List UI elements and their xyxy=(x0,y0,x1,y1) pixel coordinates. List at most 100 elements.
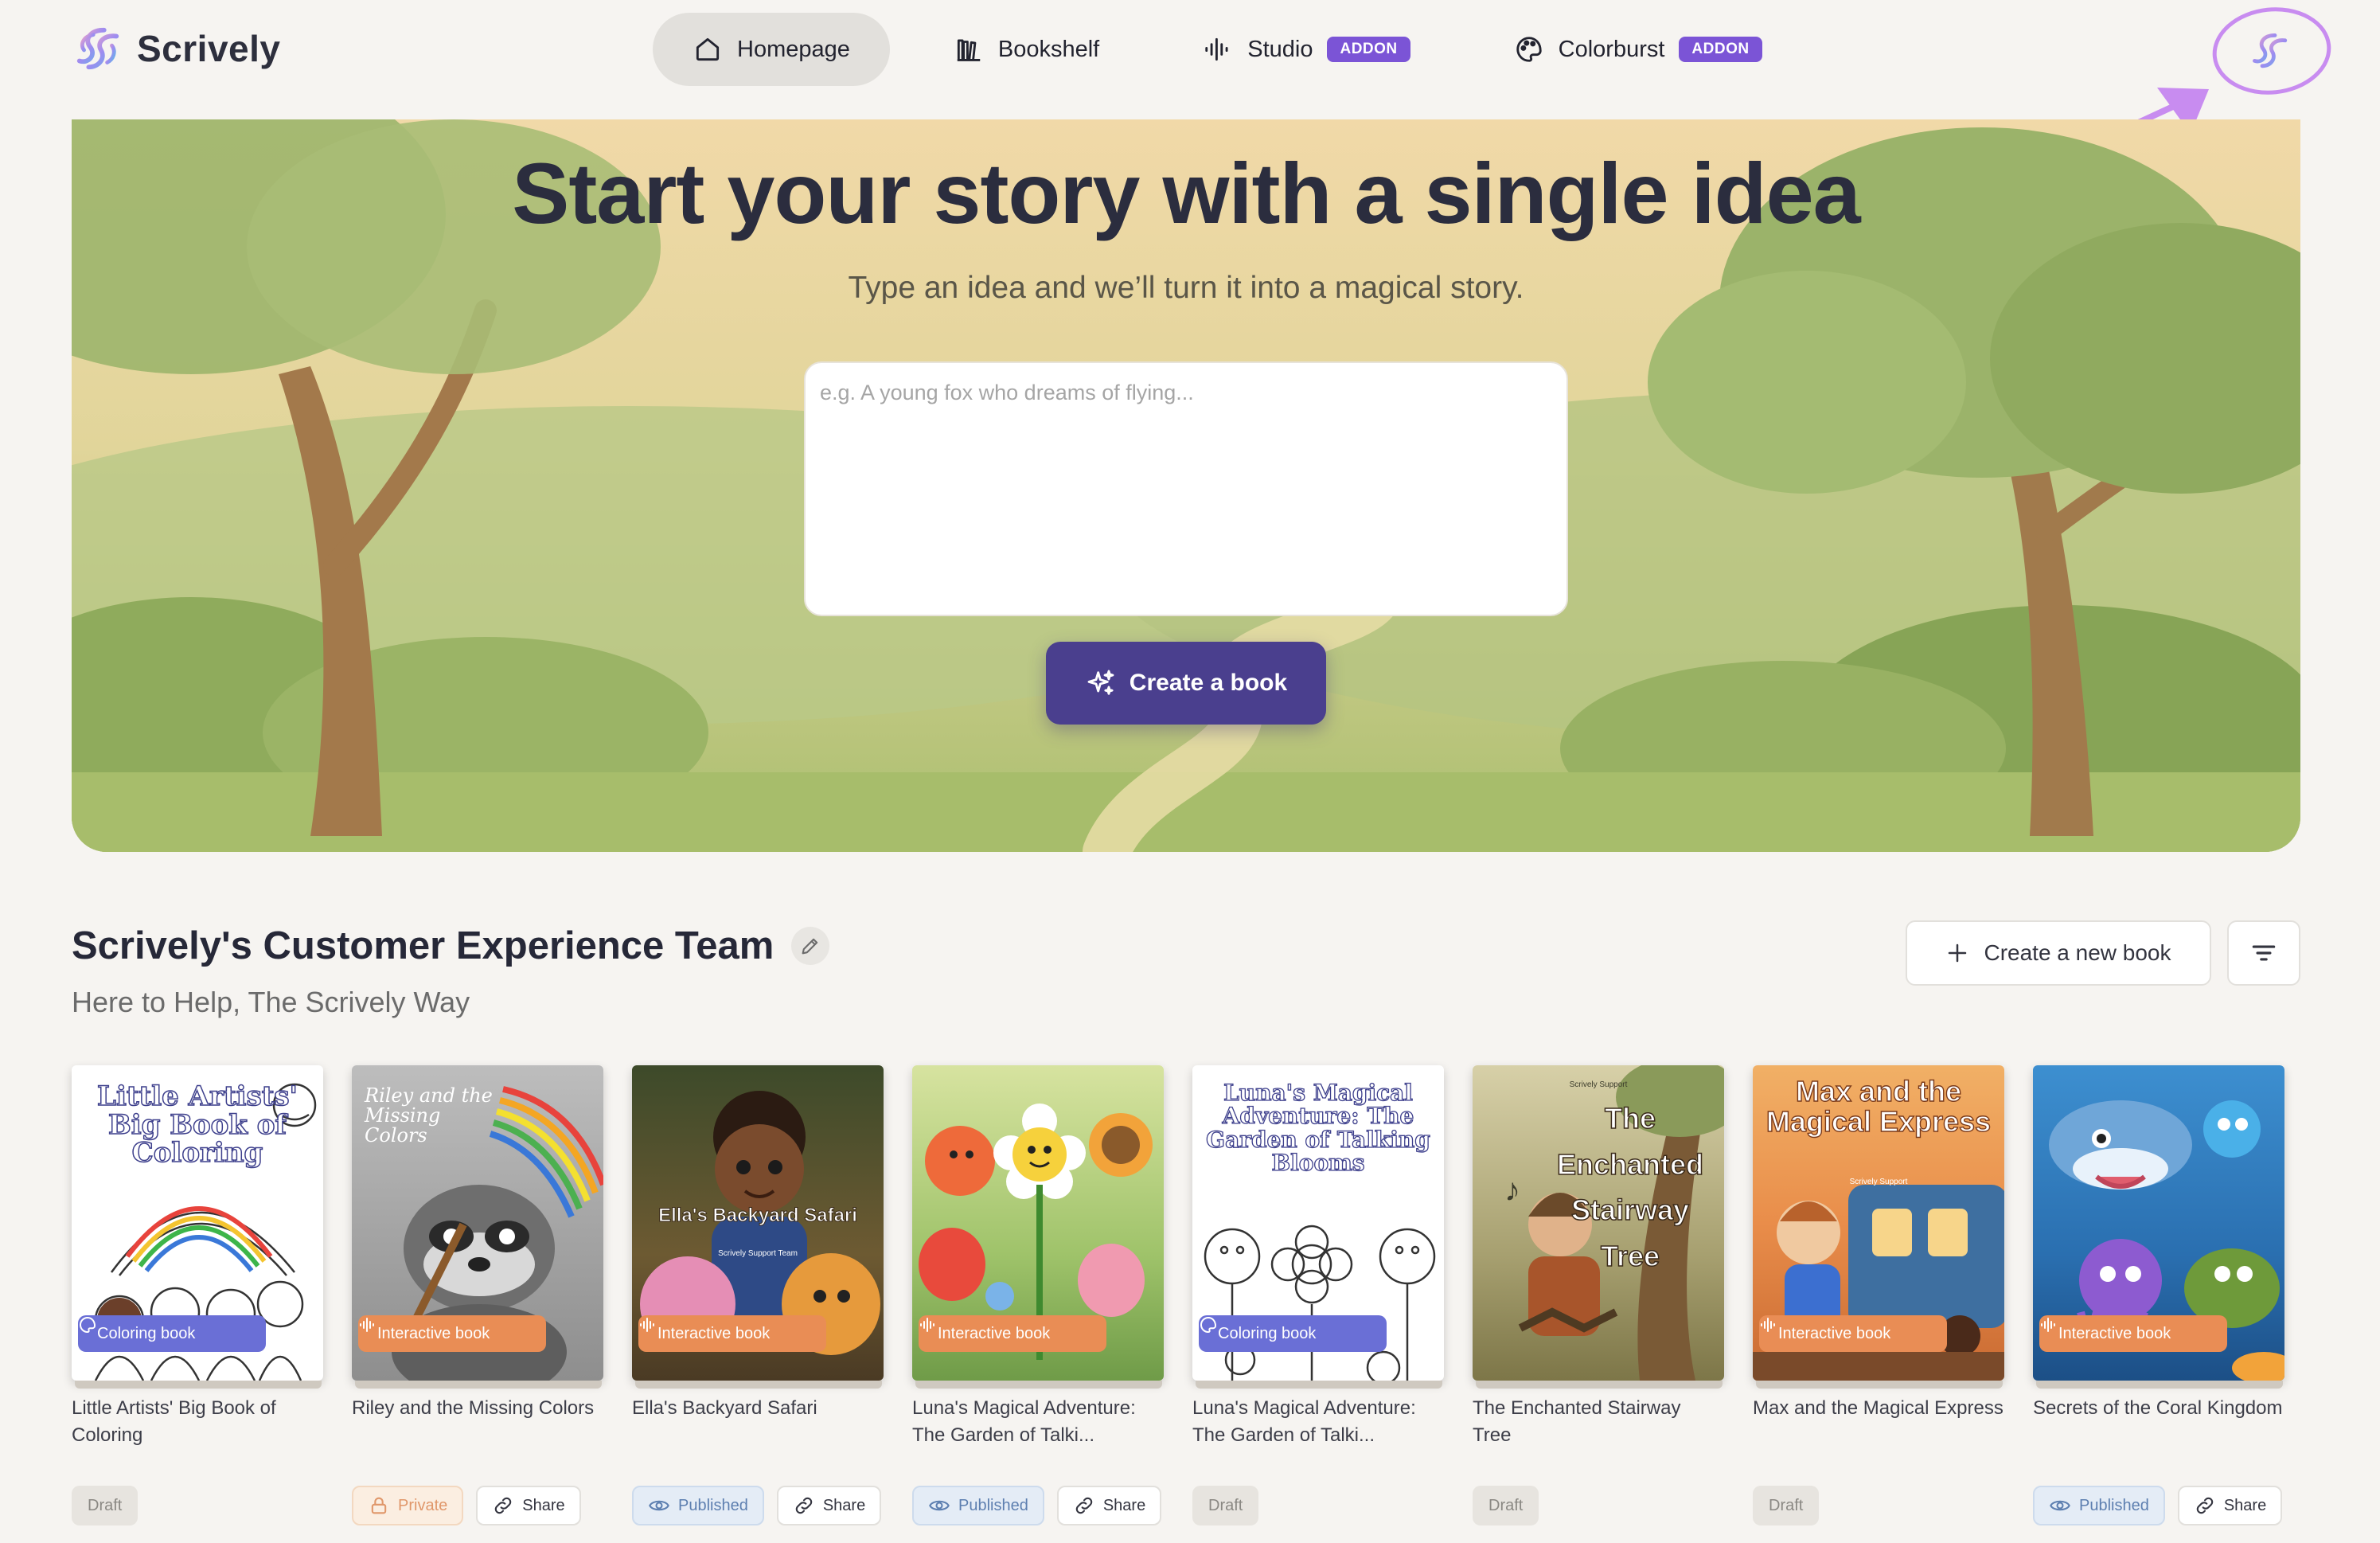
draft-status-badge: Draft xyxy=(1753,1486,1820,1525)
eye-icon xyxy=(929,1500,950,1511)
share-button[interactable]: Share xyxy=(776,1486,882,1525)
audio-wave-icon xyxy=(2041,1318,2055,1332)
share-label: Share xyxy=(522,1496,565,1514)
filter-icon xyxy=(2252,945,2276,961)
draft-status-badge: Draft xyxy=(1473,1486,1539,1525)
book-title[interactable]: Little Artists' Big Book of Coloring xyxy=(72,1395,323,1449)
cover-author: Scrively Support Team xyxy=(718,1249,798,1258)
brand[interactable]: Scrively xyxy=(73,24,280,73)
interactive-book-badge: Interactive book xyxy=(1759,1315,1947,1352)
book-title[interactable]: Ella's Backyard Safari xyxy=(632,1395,884,1422)
book-type-label: Coloring book xyxy=(1218,1324,1317,1342)
book-title[interactable]: Luna's Magical Adventure: The Garden of … xyxy=(912,1395,1164,1449)
book-cover[interactable]: Interactive book xyxy=(2033,1065,2284,1381)
book-type-label: Coloring book xyxy=(97,1324,196,1342)
create-new-book-button[interactable]: Create a new book xyxy=(1906,920,2211,986)
home-icon xyxy=(696,37,720,61)
create-book-label: Create a book xyxy=(1129,670,1288,696)
book-card[interactable]: Luna's Magical Adventure: The Garden of … xyxy=(1192,1065,1444,1543)
palette-icon xyxy=(1516,37,1542,62)
audio-wave-icon xyxy=(1205,37,1228,61)
status-label: Published xyxy=(958,1496,1028,1514)
coloring-book-badge: Coloring book xyxy=(1199,1315,1387,1352)
book-type-label: Interactive book xyxy=(657,1324,771,1342)
status-label: Draft xyxy=(1488,1496,1524,1514)
palette-icon xyxy=(1200,1316,1217,1334)
colorburst-addon-badge: ADDON xyxy=(1679,37,1762,62)
published-status-badge: Published xyxy=(632,1486,764,1525)
book-cover[interactable]: Interactive book xyxy=(912,1065,1164,1381)
team-subtitle: Here to Help, The Scrively Way xyxy=(72,986,470,1018)
status-label: Draft xyxy=(1769,1496,1804,1514)
share-button[interactable]: Share xyxy=(2177,1486,2283,1525)
cover-shelf xyxy=(1476,1381,1723,1389)
hero-section: Start your story with a single idea Type… xyxy=(72,119,2300,852)
interactive-book-badge: Interactive book xyxy=(919,1315,1106,1352)
books-row: Little Artists' Big Book of Coloring Col… xyxy=(72,1065,2308,1543)
book-card[interactable]: Little Artists' Big Book of Coloring Col… xyxy=(72,1065,323,1543)
pencil-icon xyxy=(802,938,818,955)
book-card[interactable]: Interactive book Secrets of the Coral Ki… xyxy=(2033,1065,2284,1543)
plus-icon xyxy=(1949,943,1967,963)
share-button[interactable]: Share xyxy=(1056,1486,1162,1525)
nav-studio[interactable]: Studio ADDON xyxy=(1163,13,1449,86)
book-status-row: Draft xyxy=(72,1486,139,1525)
share-button[interactable]: Share xyxy=(476,1486,581,1525)
story-idea-input[interactable] xyxy=(804,361,1568,616)
status-label: Draft xyxy=(88,1496,123,1514)
cover-shelf xyxy=(635,1381,882,1389)
cover-title: Ella's Backyard Safari xyxy=(658,1205,858,1226)
published-status-badge: Published xyxy=(912,1486,1044,1525)
cover-shelf xyxy=(2036,1381,2283,1389)
book-card[interactable]: Interactive book Luna's Magical Adventur… xyxy=(912,1065,1164,1543)
book-cover[interactable]: Luna's Magical Adventure: The Garden of … xyxy=(1192,1065,1444,1381)
nav-colorburst[interactable]: Colorburst ADDON xyxy=(1474,13,1802,86)
cover-title: Little Artists' Big Book of Coloring xyxy=(96,1080,298,1170)
book-card[interactable]: ♪ Scrively Support The Enchanted Stairwa… xyxy=(1473,1065,1724,1543)
book-status-row: Published Share xyxy=(632,1486,882,1525)
book-cover[interactable]: Ella's Backyard Safari Scrively Support … xyxy=(632,1065,884,1381)
book-status-row: Draft xyxy=(1753,1486,1820,1525)
book-status-row: Draft xyxy=(1473,1486,1539,1525)
nav-bookshelf[interactable]: Bookshelf xyxy=(914,13,1139,86)
book-title[interactable]: Riley and the Missing Colors xyxy=(352,1395,603,1422)
share-label: Share xyxy=(1102,1496,1146,1514)
eye-icon xyxy=(2050,1500,2070,1511)
status-label: Draft xyxy=(1208,1496,1243,1514)
cover-shelf xyxy=(75,1381,322,1389)
book-card[interactable]: Ella's Backyard Safari Scrively Support … xyxy=(632,1065,884,1543)
main-nav: Homepage Bookshelf Studio ADDON Colorbur… xyxy=(653,13,1802,86)
book-cover[interactable]: Max and the Magical Express Scrively Sup… xyxy=(1753,1065,2004,1381)
nav-homepage-label: Homepage xyxy=(737,36,850,62)
published-status-badge: Published xyxy=(2033,1486,2165,1525)
brand-name: Scrively xyxy=(137,28,281,69)
create-new-book-label: Create a new book xyxy=(1984,940,2171,965)
book-card[interactable]: Max and the Magical Express Scrively Sup… xyxy=(1753,1065,2004,1543)
create-book-button[interactable]: Create a book xyxy=(1046,642,1326,725)
book-title[interactable]: Luna's Magical Adventure: The Garden of … xyxy=(1192,1395,1444,1449)
status-label: Published xyxy=(2079,1496,2149,1514)
interactive-book-badge: Interactive book xyxy=(358,1315,546,1352)
scrively-logo-icon xyxy=(76,27,119,70)
book-cover[interactable]: ♪ Scrively Support The Enchanted Stairwa… xyxy=(1473,1065,1724,1381)
cover-shelf xyxy=(355,1381,602,1389)
book-card[interactable]: Riley and the Missing Colors Interactive… xyxy=(352,1065,603,1543)
share-label: Share xyxy=(2223,1496,2267,1514)
book-status-row: Published Share xyxy=(2033,1486,2283,1525)
hero-title: Start your story with a single idea xyxy=(512,145,1860,241)
book-title[interactable]: Max and the Magical Express xyxy=(1753,1395,2004,1422)
nav-homepage[interactable]: Homepage xyxy=(653,13,890,86)
palette-icon xyxy=(80,1316,96,1334)
draft-status-badge: Draft xyxy=(1192,1486,1259,1525)
book-cover[interactable]: Riley and the Missing Colors Interactive… xyxy=(352,1065,603,1381)
edit-team-button[interactable] xyxy=(791,927,830,965)
book-title[interactable]: The Enchanted Stairway Tree xyxy=(1473,1395,1724,1449)
draft-status-badge: Draft xyxy=(72,1486,139,1525)
filter-button[interactable] xyxy=(2227,920,2300,986)
book-cover[interactable]: Little Artists' Big Book of Coloring Col… xyxy=(72,1065,323,1381)
private-status-badge: Private xyxy=(352,1486,464,1525)
book-type-label: Interactive book xyxy=(2058,1324,2171,1342)
svg-text:♪: ♪ xyxy=(1504,1173,1520,1208)
book-title[interactable]: Secrets of the Coral Kingdom xyxy=(2033,1395,2284,1422)
cover-title: The Enchanted Stairway Tree xyxy=(1556,1101,1704,1272)
